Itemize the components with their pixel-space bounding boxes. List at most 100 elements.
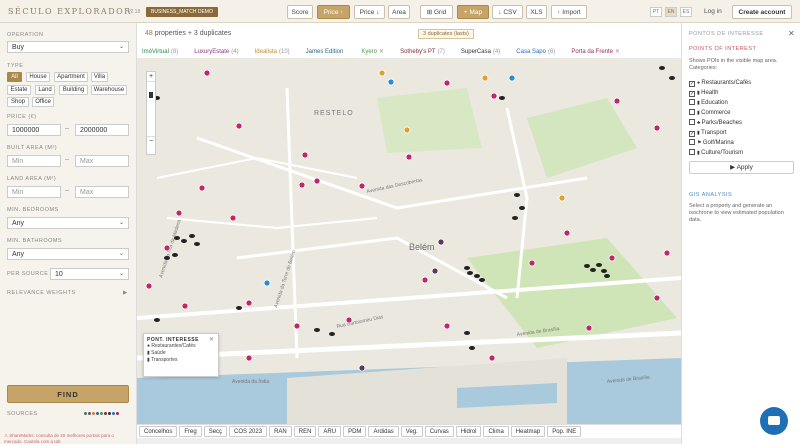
poi-category-checkbox[interactable]: ✓ ● Restaurants/Cafés bbox=[689, 79, 751, 88]
poi-restaurant-icon[interactable] bbox=[469, 346, 475, 350]
type-chip[interactable]: Office bbox=[32, 97, 54, 107]
property-marker[interactable] bbox=[235, 122, 243, 130]
checkbox-icon[interactable] bbox=[689, 109, 695, 115]
property-marker[interactable] bbox=[490, 92, 498, 100]
layer-tab[interactable]: REN bbox=[293, 426, 317, 437]
layer-tab[interactable]: Secç bbox=[203, 426, 228, 437]
source-filter-chip[interactable]: James Edition bbox=[306, 49, 354, 55]
type-chip[interactable]: All bbox=[7, 72, 22, 82]
price-min-input[interactable]: 1000000 bbox=[7, 124, 61, 136]
type-chip[interactable]: Estate bbox=[7, 85, 31, 95]
poi-restaurant-icon[interactable] bbox=[519, 206, 525, 210]
poi-restaurant-icon[interactable] bbox=[512, 216, 518, 220]
sort-area-button[interactable]: Area bbox=[388, 5, 410, 19]
property-marker[interactable] bbox=[175, 209, 183, 217]
property-marker[interactable] bbox=[653, 124, 661, 132]
property-marker[interactable] bbox=[293, 322, 301, 330]
poi-restaurant-icon[interactable] bbox=[194, 242, 200, 246]
property-marker[interactable] bbox=[508, 74, 516, 82]
property-marker[interactable] bbox=[378, 69, 386, 77]
create-account-button[interactable]: Create account bbox=[732, 5, 792, 19]
layer-tab[interactable]: Freg bbox=[179, 426, 202, 437]
layer-tab[interactable]: Hidrol bbox=[455, 426, 482, 437]
property-marker[interactable] bbox=[387, 78, 395, 86]
poi-restaurant-icon[interactable] bbox=[164, 256, 170, 260]
property-marker[interactable] bbox=[263, 279, 271, 287]
property-marker[interactable] bbox=[163, 244, 171, 252]
poi-restaurant-icon[interactable] bbox=[154, 318, 160, 322]
poi-restaurant-icon[interactable] bbox=[174, 236, 180, 240]
sort-price-asc-button[interactable]: Price ↑ bbox=[317, 5, 350, 19]
source-filter-chip[interactable]: SuperCasa (4) bbox=[461, 49, 508, 55]
lang-en[interactable]: EN bbox=[665, 7, 677, 17]
property-marker[interactable] bbox=[653, 294, 661, 302]
property-marker[interactable] bbox=[437, 238, 445, 246]
property-marker[interactable] bbox=[481, 74, 489, 82]
type-chip[interactable]: Shop bbox=[7, 97, 29, 107]
relevance-weights-toggle[interactable]: RELEVANCE WEIGHTS bbox=[7, 290, 76, 296]
sort-score-button[interactable]: Score bbox=[287, 5, 313, 19]
property-marker[interactable] bbox=[313, 177, 321, 185]
poi-restaurant-icon[interactable] bbox=[467, 271, 473, 275]
property-marker[interactable] bbox=[443, 79, 451, 87]
layer-tab[interactable]: PDM bbox=[343, 426, 367, 437]
sort-price-desc-button[interactable]: Price ↓ bbox=[354, 5, 385, 19]
apply-button[interactable]: ▶ Apply bbox=[689, 161, 794, 174]
property-marker[interactable] bbox=[245, 354, 253, 362]
poi-restaurant-icon[interactable] bbox=[329, 332, 335, 336]
checkbox-icon[interactable]: ✓ bbox=[689, 91, 695, 97]
poi-restaurant-icon[interactable] bbox=[236, 306, 242, 310]
checkbox-icon[interactable]: ✓ bbox=[689, 81, 695, 87]
checkbox-icon[interactable] bbox=[689, 119, 695, 125]
layer-tab[interactable]: ARU bbox=[318, 426, 342, 437]
property-marker[interactable] bbox=[358, 182, 366, 190]
zoom-out-button[interactable]: − bbox=[147, 137, 155, 146]
poi-restaurant-icon[interactable] bbox=[601, 269, 607, 273]
poi-restaurant-icon[interactable] bbox=[172, 253, 178, 257]
zoom-handle[interactable] bbox=[149, 92, 153, 98]
property-marker[interactable] bbox=[145, 282, 153, 290]
checkbox-icon[interactable] bbox=[689, 149, 695, 155]
poi-restaurant-icon[interactable] bbox=[499, 96, 505, 100]
land-min-input[interactable]: Min bbox=[7, 186, 61, 198]
poi-category-checkbox[interactable]: ▮ Commerce bbox=[689, 109, 730, 118]
poi-restaurant-icon[interactable] bbox=[596, 263, 602, 267]
property-marker[interactable] bbox=[405, 153, 413, 161]
per-source-select[interactable]: 10 ⌄ bbox=[50, 268, 129, 280]
map-view-button[interactable]: + Map bbox=[457, 5, 489, 19]
poi-restaurant-icon[interactable] bbox=[464, 266, 470, 270]
duplicates-badge[interactable]: 3 duplicates (lasts) bbox=[418, 29, 474, 39]
grid-view-button[interactable]: ⊞ Grid bbox=[420, 5, 453, 19]
layer-tab[interactable]: Veg. bbox=[400, 426, 423, 437]
chat-button[interactable] bbox=[760, 407, 788, 435]
property-marker[interactable] bbox=[528, 259, 536, 267]
poi-restaurant-icon[interactable] bbox=[669, 76, 675, 80]
layer-tab[interactable]: Clima bbox=[483, 426, 509, 437]
type-chip[interactable]: Warehouse bbox=[91, 85, 127, 95]
property-marker[interactable] bbox=[245, 299, 253, 307]
land-max-input[interactable]: Max bbox=[75, 186, 129, 198]
property-marker[interactable] bbox=[229, 214, 237, 222]
poi-category-checkbox[interactable]: ✓ ▮ Transport bbox=[689, 129, 727, 138]
find-button[interactable]: FIND bbox=[7, 385, 129, 403]
zoom-slider[interactable] bbox=[147, 81, 155, 137]
property-marker[interactable] bbox=[488, 354, 496, 362]
bathrooms-select[interactable]: Any ⌄ bbox=[7, 248, 129, 260]
source-filter-chip[interactable]: ImóVirtual (8) bbox=[142, 49, 186, 55]
layer-tab[interactable]: Ardidas bbox=[368, 426, 399, 437]
built-max-input[interactable]: Max bbox=[75, 155, 129, 167]
property-marker[interactable] bbox=[563, 229, 571, 237]
property-marker[interactable] bbox=[181, 302, 189, 310]
close-icon[interactable]: ✕ bbox=[788, 29, 795, 38]
close-icon[interactable]: ✕ bbox=[209, 336, 214, 343]
poi-restaurant-icon[interactable] bbox=[479, 278, 485, 282]
login-link[interactable]: Log in bbox=[704, 8, 722, 15]
poi-restaurant-icon[interactable] bbox=[464, 331, 470, 335]
lang-es[interactable]: ES bbox=[680, 7, 692, 17]
bedrooms-select[interactable]: Any ⌄ bbox=[7, 217, 129, 229]
poi-category-checkbox[interactable]: ▮ Education bbox=[689, 99, 728, 108]
type-chip[interactable]: Building bbox=[59, 85, 88, 95]
import-button[interactable]: ↑ Import bbox=[551, 5, 587, 19]
poi-restaurant-icon[interactable] bbox=[590, 268, 596, 272]
property-marker[interactable] bbox=[421, 276, 429, 284]
